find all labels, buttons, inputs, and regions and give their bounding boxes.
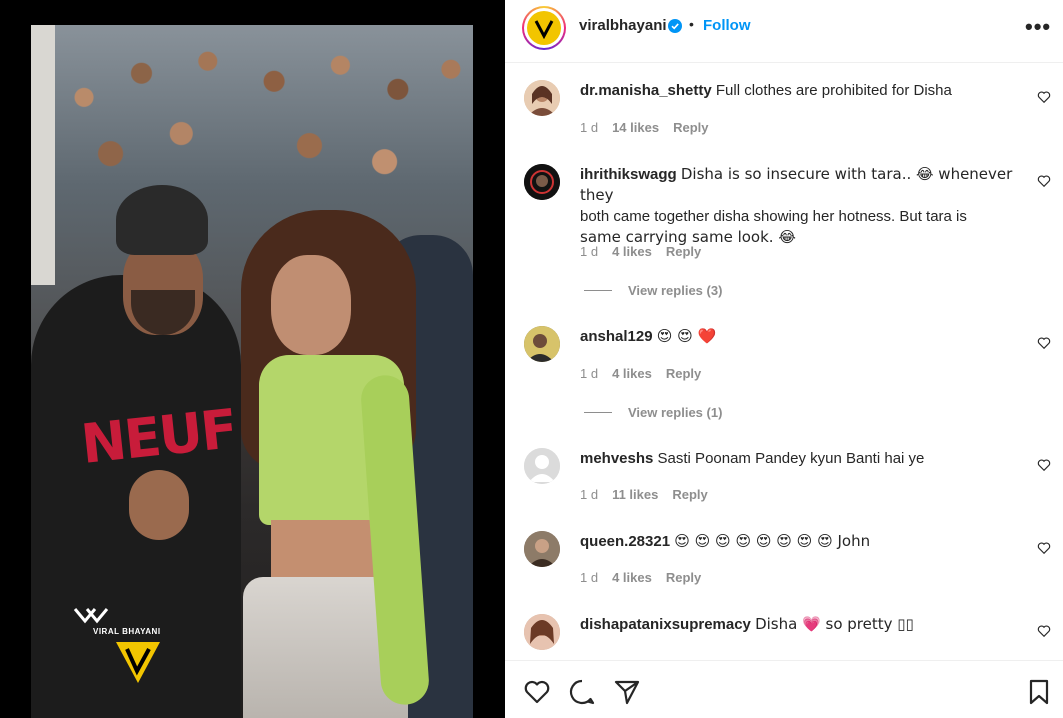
comment-time: 1 d — [580, 570, 599, 585]
view-replies-button[interactable]: View replies (1) — [584, 405, 722, 420]
comment-likes[interactable]: 4 likes — [612, 366, 652, 381]
heart-icon[interactable] — [1037, 90, 1051, 104]
comment-meta: 1 d 4 likes Reply — [580, 244, 701, 259]
commenter-avatar[interactable] — [524, 164, 560, 200]
share-icon[interactable] — [613, 678, 641, 706]
avatar-photo — [524, 326, 560, 362]
watermark-text: VIRAL BHAYANI — [93, 627, 161, 636]
comment-body-line-2: both came together disha showing her hot… — [580, 208, 967, 225]
separator-dot: • — [689, 16, 694, 32]
commenter-avatar[interactable] — [524, 614, 560, 650]
view-replies-label: View replies (1) — [628, 405, 723, 420]
comment-text: dishapatanixsupremacy Disha 💗 so pretty … — [580, 614, 1025, 635]
thumbs-up-hand — [129, 470, 189, 540]
comment-username[interactable]: dishapatanixsupremacy — [580, 616, 751, 633]
author-username[interactable]: viralbhayani — [579, 17, 667, 34]
media-pane: NEUF VIRAL BHAYANI — [0, 0, 505, 718]
avatar-photo — [524, 164, 560, 200]
comment-likes[interactable]: 11 likes — [612, 487, 658, 502]
post-header: viralbhayani • Follow ••• — [505, 0, 1063, 63]
comment-time: 1 d — [580, 244, 599, 259]
comment-text: queen.28321 😍 😍 😍 😍 😍 😍 😍 😍 John — [580, 531, 1025, 552]
comment-time: 1 d — [580, 487, 599, 502]
post-video[interactable]: NEUF VIRAL BHAYANI — [31, 25, 473, 718]
reply-button[interactable]: Reply — [672, 487, 707, 502]
comment-likes[interactable]: 14 likes — [612, 120, 659, 135]
comment-text: mehveshs Sasti Poonam Pandey kyun Banti … — [580, 448, 1025, 469]
comment-icon[interactable] — [568, 678, 596, 706]
view-replies-label: View replies (3) — [628, 283, 723, 298]
avatar-photo — [524, 614, 560, 650]
reply-button[interactable]: Reply — [673, 120, 708, 135]
comments-list[interactable]: dr.manisha_shetty Full clothes are prohi… — [505, 64, 1063, 659]
commenter-avatar[interactable] — [524, 326, 560, 362]
view-replies-button[interactable]: View replies (3) — [584, 283, 722, 298]
reply-button[interactable]: Reply — [666, 570, 701, 585]
commenter-avatar[interactable] — [524, 448, 560, 484]
wall — [31, 25, 55, 285]
comment-likes[interactable]: 4 likes — [612, 570, 652, 585]
comment-body: 😍 😍 ❤️ — [656, 327, 717, 345]
comment-meta: 1 d 14 likes Reply — [580, 120, 708, 135]
avatar-photo — [524, 80, 560, 116]
avatar-photo — [524, 531, 560, 567]
author-avatar[interactable] — [522, 6, 566, 50]
bookmark-icon[interactable] — [1025, 678, 1053, 706]
comment-username[interactable]: dr.manisha_shetty — [580, 82, 712, 99]
viral-bhayani-watermark: VIRAL BHAYANI — [73, 603, 193, 703]
comment-text: anshal129 😍 😍 ❤️ — [580, 326, 1025, 347]
comment-text: ihrithikswagg Disha is so insecure with … — [580, 164, 1025, 248]
comment-meta: 1 d 11 likes Reply — [580, 487, 708, 502]
watermark-mark-icon — [73, 608, 109, 624]
comment-meta: 1 d 4 likes Reply — [580, 570, 701, 585]
replies-divider-line — [584, 290, 612, 291]
comment-username[interactable]: anshal129 — [580, 328, 653, 345]
comment-username[interactable]: mehveshs — [580, 450, 653, 467]
reply-button[interactable]: Reply — [666, 244, 701, 259]
watermark-logo-icon — [116, 642, 160, 683]
replies-divider-line — [584, 412, 612, 413]
comment-username[interactable]: queen.28321 — [580, 533, 670, 550]
post-side-panel: viralbhayani • Follow ••• dr.manisha_she… — [505, 0, 1063, 718]
comment-likes[interactable]: 4 likes — [612, 244, 652, 259]
reply-button[interactable]: Reply — [666, 366, 701, 381]
man-cap — [116, 185, 208, 255]
verified-icon — [668, 19, 682, 33]
heart-icon[interactable] — [1037, 541, 1051, 555]
woman-face — [271, 255, 351, 355]
post-actions-bar — [505, 660, 1063, 718]
comment-text: dr.manisha_shetty Full clothes are prohi… — [580, 80, 1025, 101]
heart-icon[interactable] — [1037, 624, 1051, 638]
comment-meta: 1 d 4 likes Reply — [580, 366, 701, 381]
more-options-icon[interactable]: ••• — [1025, 14, 1051, 40]
viralbhayani-logo-icon — [534, 20, 554, 39]
comment-body: Full clothes are prohibited for Disha — [715, 82, 952, 99]
heart-icon[interactable] — [1037, 174, 1051, 188]
commenter-avatar[interactable] — [524, 531, 560, 567]
comment-body: Disha 💗 so pretty ▯▯ — [755, 615, 914, 633]
like-heart-icon[interactable] — [523, 678, 551, 706]
comment-time: 1 d — [580, 120, 599, 135]
heart-icon[interactable] — [1037, 458, 1051, 472]
comment-username[interactable]: ihrithikswagg — [580, 166, 677, 183]
default-avatar-icon — [524, 448, 560, 484]
comment-body: Sasti Poonam Pandey kyun Banti hai ye — [657, 450, 925, 467]
follow-button[interactable]: Follow — [703, 17, 751, 34]
heart-icon[interactable] — [1037, 336, 1051, 350]
comment-body: 😍 😍 😍 😍 😍 😍 😍 😍 John — [674, 532, 871, 550]
commenter-avatar[interactable] — [524, 80, 560, 116]
comment-time: 1 d — [580, 366, 599, 381]
